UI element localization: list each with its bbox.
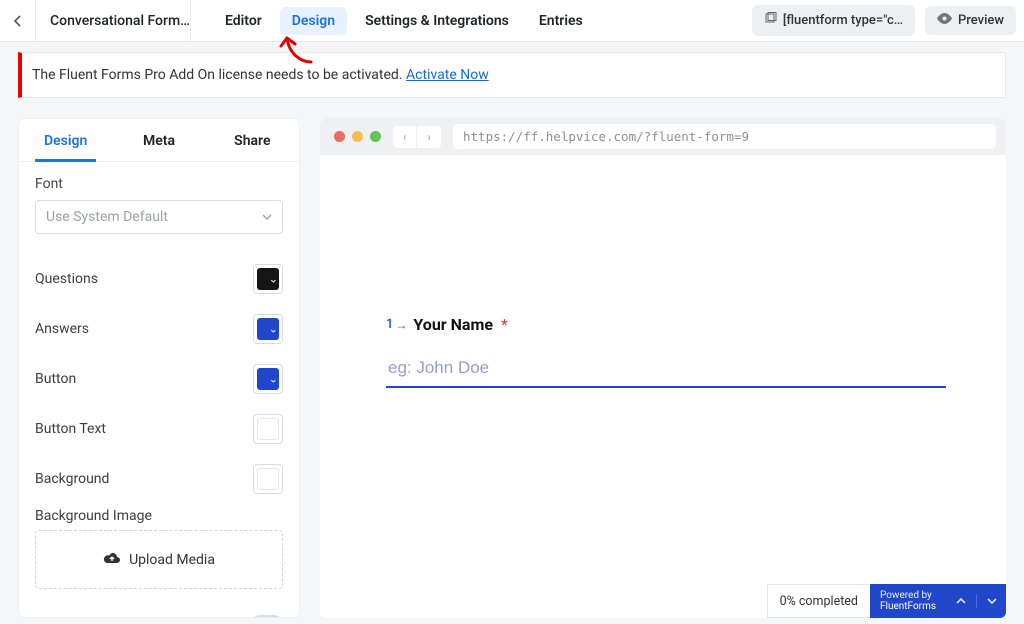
answers-color-swatch[interactable]: ⌄ [253,314,283,344]
browser-url: https://ff.helpvice.com/?fluent-form=9 [453,124,996,149]
preview-column: ‹ › https://ff.helpvice.com/?fluent-form… [320,118,1006,618]
preview-bottom-bar: 0% completed Powered by FluentForms [767,584,1006,618]
tab-design[interactable]: Design [280,7,347,35]
chevron-down-icon: ⌄ [269,273,278,286]
design-panel: Design Meta Share Font Use System Defaul… [18,118,300,618]
chevron-down-icon: ⌄ [269,323,278,336]
tab-editor[interactable]: Editor [213,7,274,35]
tab-entries[interactable]: Entries [527,7,595,35]
tab-settings-integrations[interactable]: Settings & Integrations [353,7,521,35]
button-text-color-swatch[interactable] [253,414,283,444]
traffic-lights [330,131,381,142]
upload-label: Upload Media [129,552,215,568]
panel-tab-share[interactable]: Share [206,119,299,161]
button-label: Button [35,371,76,387]
form-nav [946,584,1006,618]
question-title: Your Name [413,315,493,334]
button-color-swatch[interactable]: ⌄ [253,364,283,394]
upload-media-button[interactable]: Upload Media [35,530,283,589]
activate-link[interactable]: Activate Now [406,67,489,83]
question-number: 1→ [386,317,407,332]
arrow-right-icon: → [395,318,407,332]
required-mark: * [501,315,508,334]
license-notice: The Fluent Forms Pro Add On license need… [18,52,1006,98]
answers-label: Answers [35,321,89,337]
main-tabs: Editor Design Settings & Integrations En… [191,7,595,35]
shortcode-button[interactable]: [fluentform type="c… [752,5,915,36]
panel-tabs: Design Meta Share [19,119,299,162]
browser-forward-button[interactable]: › [417,126,441,148]
preview-label: Preview [958,13,1004,28]
font-label: Font [35,176,283,192]
browser-chrome: ‹ › https://ff.helpvice.com/?fluent-form… [320,118,1006,155]
cloud-upload-icon [103,551,121,568]
prev-question-button[interactable] [946,594,976,608]
form-canvas: 1→ Your Name * 0% completed Powered by F… [320,155,1006,618]
progress-chip: 0% completed [767,584,870,618]
disable-mobile-toggle[interactable] [251,615,283,617]
chevron-down-icon: ⌄ [269,373,278,386]
back-button[interactable] [0,0,36,41]
powered-line1: Powered by [880,590,936,601]
license-text: The Fluent Forms Pro Add On license need… [32,67,406,83]
page-title: Conversational Form… [36,0,191,41]
background-image-label: Background Image [35,508,283,524]
top-actions: [fluentform type="c… Preview [752,5,1016,36]
questions-label: Questions [35,271,98,287]
panel-tab-design[interactable]: Design [19,119,112,161]
zoom-dot-icon [370,131,381,142]
chevron-down-icon [985,594,999,608]
top-nav: Conversational Form… Editor Design Setti… [0,0,1024,42]
next-question-button[interactable] [976,594,1006,608]
questions-color-swatch[interactable]: ⌄ [253,264,283,294]
powered-by[interactable]: Powered by FluentForms [870,584,946,618]
chevron-down-icon [262,212,272,222]
chevron-up-icon [954,594,968,608]
disable-mobile-label: Disable Layout on Mobile Devices [35,616,244,617]
browser-back-button[interactable]: ‹ [393,126,417,148]
eye-icon [937,13,952,28]
font-value: Use System Default [46,209,168,225]
powered-line2: FluentForms [880,601,936,612]
background-label: Background [35,471,109,487]
chevron-left-icon [12,15,24,27]
close-dot-icon [334,131,345,142]
background-color-swatch[interactable] [253,464,283,494]
font-select[interactable]: Use System Default [35,200,283,234]
question-block: 1→ Your Name * [386,315,946,388]
preview-button[interactable]: Preview [925,6,1016,35]
button-text-label: Button Text [35,421,106,437]
shortcode-text: [fluentform type="c… [783,13,903,28]
minimize-dot-icon [352,131,363,142]
copy-icon [764,12,777,29]
panel-tab-meta[interactable]: Meta [112,119,205,161]
answer-input[interactable] [386,352,946,388]
